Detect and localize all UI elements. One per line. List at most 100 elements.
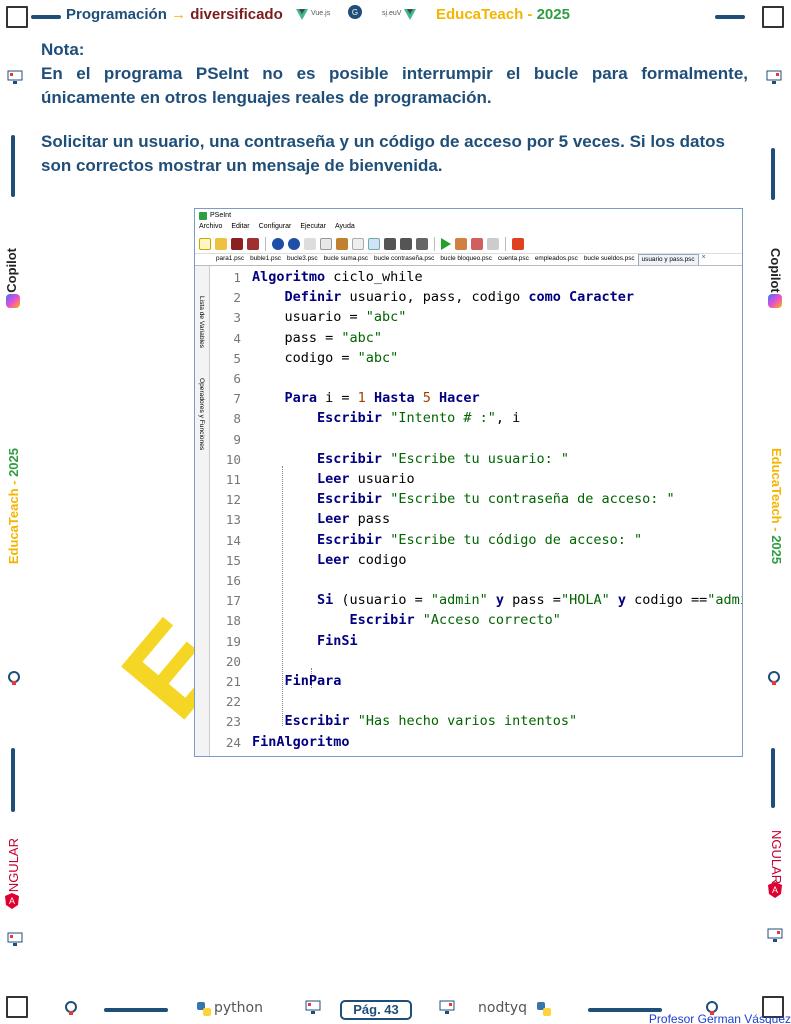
undo-icon[interactable] bbox=[272, 237, 284, 250]
step-icon[interactable] bbox=[455, 237, 467, 250]
menu-archivo[interactable]: Archivo bbox=[199, 223, 222, 233]
code-keyword: Si bbox=[317, 592, 334, 609]
new-file-icon[interactable] bbox=[199, 237, 211, 250]
code-keyword: como bbox=[528, 289, 561, 306]
close-tab-icon[interactable]: × bbox=[699, 254, 709, 265]
tab-buble1[interactable]: buble1.psc bbox=[247, 254, 284, 265]
line-number-gutter: 1 2 3 4 5 6 7 8 9 10 11 12 13 14 15 16 17 18 19 20 21 22 23 24 bbox=[211, 266, 255, 756]
tab-usuario-y-pass[interactable]: usuario y pass.psc bbox=[637, 254, 699, 265]
find-prev-icon[interactable] bbox=[400, 237, 412, 250]
code-line: FinPara bbox=[252, 673, 342, 689]
task-text: Solicitar un usuario, una contraseña y u… bbox=[41, 132, 725, 175]
code-string: "Acceso correcto" bbox=[422, 612, 561, 629]
line-number: 10 bbox=[225, 451, 241, 467]
graduation-icon: G bbox=[346, 4, 364, 22]
save-as-icon[interactable] bbox=[247, 237, 259, 250]
code-string: "Has hecho varios intentos" bbox=[357, 713, 578, 730]
cut-icon[interactable] bbox=[304, 237, 316, 250]
code-line: Escribir "Escribe tu código de acceso: " bbox=[252, 532, 642, 548]
tab-cuenta[interactable]: cuenta.psc bbox=[495, 254, 532, 265]
side-year-right: 2025 bbox=[769, 535, 784, 565]
tab-empleados[interactable]: empleados.psc bbox=[532, 254, 581, 265]
brand-label-left: EducaTeach - 2025 bbox=[6, 448, 21, 564]
operators-functions-tab[interactable]: Operadores y Funciones bbox=[198, 378, 205, 450]
corner-frame-bottom-left bbox=[6, 996, 28, 1018]
pseint-app-icon bbox=[199, 211, 207, 220]
header-left-text: Programación bbox=[66, 6, 167, 23]
tab-bucle-contrasena[interactable]: bucle contraseña.psc bbox=[371, 254, 437, 265]
code-keyword: Hacer bbox=[439, 390, 480, 407]
variables-list-tab[interactable]: Lista de Variables bbox=[198, 296, 205, 348]
arrow-right-icon: → bbox=[171, 6, 187, 23]
find-next-icon[interactable] bbox=[384, 237, 396, 250]
code-line: Si (usuario = "admin" y pass ="HOLA" y c… bbox=[252, 592, 742, 609]
menu-ayuda[interactable]: Ayuda bbox=[335, 223, 355, 233]
vue-logo-icon bbox=[296, 8, 308, 20]
line-number: 24 bbox=[225, 734, 241, 750]
code-string: "admin" bbox=[707, 592, 742, 609]
draw-flowchart-icon[interactable] bbox=[487, 237, 499, 250]
window-title: PSeInt bbox=[210, 212, 232, 219]
line-number: 20 bbox=[225, 653, 241, 669]
line-number: 8 bbox=[233, 411, 241, 427]
line-number: 15 bbox=[225, 552, 241, 568]
line-number: 21 bbox=[225, 674, 241, 689]
open-folder-icon[interactable] bbox=[215, 237, 227, 250]
pseint-help-icon[interactable] bbox=[512, 237, 524, 250]
toolbar-separator bbox=[505, 236, 506, 251]
code-keyword: Escribir bbox=[349, 612, 415, 629]
tab-bucle3[interactable]: bucle3.psc bbox=[284, 254, 321, 265]
replace-icon[interactable] bbox=[416, 237, 428, 250]
tab-para1[interactable]: para1.psc bbox=[213, 254, 247, 265]
save-icon[interactable] bbox=[231, 237, 243, 250]
monitor-icon-right-2 bbox=[766, 926, 784, 944]
run-icon[interactable] bbox=[441, 237, 451, 250]
code-line: pass = "abc" bbox=[252, 329, 383, 346]
brand-year: 2025 bbox=[536, 6, 570, 23]
header-right-text: diversificado bbox=[190, 6, 283, 23]
python-logo-left-icon bbox=[196, 1001, 212, 1017]
tab-bucle-suma[interactable]: bucle suma.psc bbox=[321, 254, 371, 265]
code-string: "Escribe tu contraseña de acceso: " bbox=[390, 491, 675, 508]
tab-bucle-sueldos[interactable]: bucle sueldos.psc bbox=[581, 254, 638, 265]
toolbar-separator bbox=[265, 236, 266, 251]
code-keyword: Definir bbox=[284, 289, 342, 306]
menu-configurar[interactable]: Configurar bbox=[259, 223, 292, 233]
side-year-left: 2025 bbox=[6, 448, 21, 477]
header-title: Programación → diversificado bbox=[66, 6, 283, 23]
menu-editar[interactable]: Editar bbox=[231, 223, 249, 233]
code-text: usuario, pass, codigo bbox=[341, 289, 529, 306]
line-number: 13 bbox=[225, 512, 241, 528]
paste-icon[interactable] bbox=[336, 237, 348, 250]
note-text: En el programa PSeInt no es posible inte… bbox=[41, 64, 748, 107]
python-text-left: python bbox=[214, 1000, 263, 1016]
search-icon[interactable] bbox=[368, 237, 380, 250]
debug-icon[interactable] bbox=[471, 237, 483, 250]
copy-icon[interactable] bbox=[320, 237, 332, 250]
code-string: "Escribe tu usuario: " bbox=[390, 450, 570, 467]
code-editor[interactable]: Algoritmo ciclo_while Definir usuario, p… bbox=[252, 266, 742, 756]
code-string: "abc" bbox=[357, 349, 399, 366]
code-line: Escribir "Has hecho varios intentos" bbox=[252, 713, 578, 730]
code-text: pass = bbox=[252, 329, 342, 346]
tab-bucle-bloqueo[interactable]: bucle bloqueo.psc bbox=[437, 254, 495, 265]
code-keyword: Escribir bbox=[317, 450, 383, 467]
indent-icon[interactable] bbox=[352, 237, 364, 250]
code-keyword: y bbox=[617, 592, 626, 609]
menu-ejecutar[interactable]: Ejecutar bbox=[300, 223, 326, 233]
side-brand-left: EducaTeach - bbox=[6, 476, 21, 565]
redo-icon[interactable] bbox=[288, 237, 300, 250]
